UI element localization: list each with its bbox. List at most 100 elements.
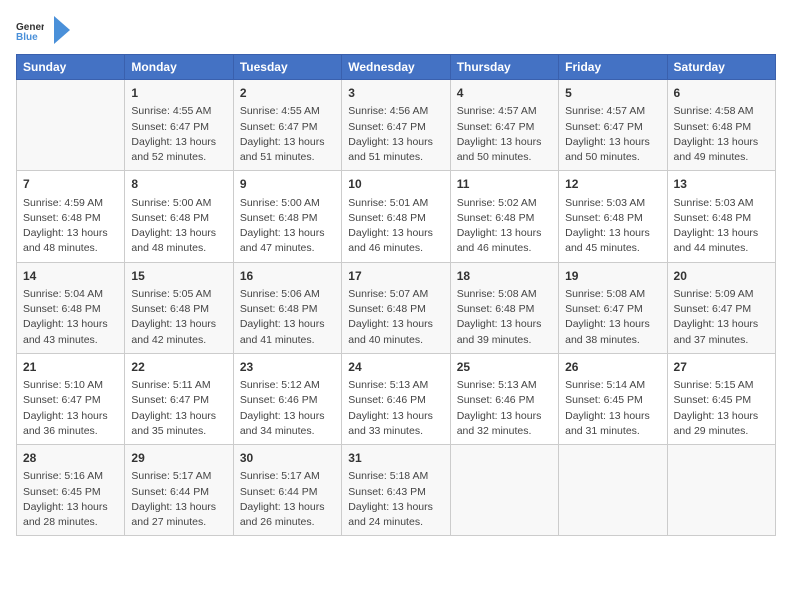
calendar-cell: 7Sunrise: 4:59 AM Sunset: 6:48 PM Daylig… (17, 171, 125, 262)
cell-sun-info: Sunrise: 5:08 AM Sunset: 6:47 PM Dayligh… (565, 287, 660, 348)
day-number: 6 (674, 85, 769, 102)
calendar-cell: 2 Sunrise: 4:55 AM Sunset: 6:47 PM Daylig… (233, 80, 341, 171)
calendar-cell: 16 Sunrise: 5:06 AM Sunset: 6:48 PM Dayli… (233, 262, 341, 353)
day-number: 25 (457, 359, 552, 376)
calendar-cell: 18 Sunrise: 5:08 AM Sunset: 6:48 PM Dayli… (450, 262, 558, 353)
calendar-week-row: 21Sunrise: 5:10 AM Sunset: 6:47 PM Dayli… (17, 353, 776, 444)
col-sunday: Sunday (17, 55, 125, 80)
day-number: 8 (131, 176, 226, 193)
day-number: 13 (674, 176, 769, 193)
cell-sun-info: Sunrise: 5:12 AM Sunset: 6:46 PM Dayligh… (240, 378, 335, 439)
day-number: 16 (240, 268, 335, 285)
day-number: 15 (131, 268, 226, 285)
cell-sun-info: Sunrise: 4:58 AM Sunset: 6:48 PM Dayligh… (674, 104, 769, 165)
cell-sun-info: Sunrise: 4:56 AM Sunset: 6:47 PM Dayligh… (348, 104, 443, 165)
calendar-cell: 5 Sunrise: 4:57 AM Sunset: 6:47 PM Daylig… (559, 80, 667, 171)
day-number: 2 (240, 85, 335, 102)
day-number: 27 (674, 359, 769, 376)
day-number: 1 (131, 85, 226, 102)
calendar-cell: 1 Sunrise: 4:55 AM Sunset: 6:47 PM Daylig… (125, 80, 233, 171)
cell-sun-info: Sunrise: 5:08 AM Sunset: 6:48 PM Dayligh… (457, 287, 552, 348)
col-monday: Monday (125, 55, 233, 80)
col-tuesday: Tuesday (233, 55, 341, 80)
calendar-week-row: 7Sunrise: 4:59 AM Sunset: 6:48 PM Daylig… (17, 171, 776, 262)
cell-sun-info: Sunrise: 5:02 AM Sunset: 6:48 PM Dayligh… (457, 196, 552, 257)
day-number: 11 (457, 176, 552, 193)
col-friday: Friday (559, 55, 667, 80)
calendar-cell (667, 445, 775, 536)
cell-sun-info: Sunrise: 5:14 AM Sunset: 6:45 PM Dayligh… (565, 378, 660, 439)
day-number: 22 (131, 359, 226, 376)
calendar-cell: 22 Sunrise: 5:11 AM Sunset: 6:47 PM Dayli… (125, 353, 233, 444)
day-number: 29 (131, 450, 226, 467)
day-number: 4 (457, 85, 552, 102)
cell-sun-info: Sunrise: 5:04 AM Sunset: 6:48 PM Dayligh… (23, 287, 118, 348)
day-number: 31 (348, 450, 443, 467)
cell-sun-info: Sunrise: 5:07 AM Sunset: 6:48 PM Dayligh… (348, 287, 443, 348)
calendar-cell: 12 Sunrise: 5:03 AM Sunset: 6:48 PM Dayli… (559, 171, 667, 262)
logo: General Blue (16, 16, 70, 44)
day-number: 21 (23, 359, 118, 376)
page-header: General Blue (16, 16, 776, 44)
calendar-cell: 25 Sunrise: 5:13 AM Sunset: 6:46 PM Dayli… (450, 353, 558, 444)
cell-sun-info: Sunrise: 4:55 AM Sunset: 6:47 PM Dayligh… (240, 104, 335, 165)
day-number: 12 (565, 176, 660, 193)
cell-sun-info: Sunrise: 5:00 AM Sunset: 6:48 PM Dayligh… (240, 196, 335, 257)
day-number: 28 (23, 450, 118, 467)
day-number: 3 (348, 85, 443, 102)
calendar-cell: 26Sunrise: 5:14 AM Sunset: 6:45 PM Dayli… (559, 353, 667, 444)
calendar-week-row: 28 Sunrise: 5:16 AM Sunset: 6:45 PM Dayli… (17, 445, 776, 536)
calendar-week-row: 1 Sunrise: 4:55 AM Sunset: 6:47 PM Daylig… (17, 80, 776, 171)
day-number: 30 (240, 450, 335, 467)
calendar-cell (450, 445, 558, 536)
svg-text:Blue: Blue (16, 32, 38, 43)
cell-sun-info: Sunrise: 5:11 AM Sunset: 6:47 PM Dayligh… (131, 378, 226, 439)
calendar-cell: 27 Sunrise: 5:15 AM Sunset: 6:45 PM Dayli… (667, 353, 775, 444)
cell-sun-info: Sunrise: 5:05 AM Sunset: 6:48 PM Dayligh… (131, 287, 226, 348)
day-number: 19 (565, 268, 660, 285)
calendar-cell: 14 Sunrise: 5:04 AM Sunset: 6:48 PM Dayli… (17, 262, 125, 353)
calendar-cell: 24Sunrise: 5:13 AM Sunset: 6:46 PM Dayli… (342, 353, 450, 444)
cell-sun-info: Sunrise: 4:59 AM Sunset: 6:48 PM Dayligh… (23, 196, 118, 257)
day-number: 5 (565, 85, 660, 102)
calendar-cell: 23 Sunrise: 5:12 AM Sunset: 6:46 PM Dayli… (233, 353, 341, 444)
cell-sun-info: Sunrise: 4:57 AM Sunset: 6:47 PM Dayligh… (457, 104, 552, 165)
cell-sun-info: Sunrise: 5:01 AM Sunset: 6:48 PM Dayligh… (348, 196, 443, 257)
calendar-cell: 20Sunrise: 5:09 AM Sunset: 6:47 PM Dayli… (667, 262, 775, 353)
day-number: 9 (240, 176, 335, 193)
cell-sun-info: Sunrise: 4:57 AM Sunset: 6:47 PM Dayligh… (565, 104, 660, 165)
day-number: 24 (348, 359, 443, 376)
calendar-cell: 3 Sunrise: 4:56 AM Sunset: 6:47 PM Daylig… (342, 80, 450, 171)
day-number: 17 (348, 268, 443, 285)
calendar-cell: 11 Sunrise: 5:02 AM Sunset: 6:48 PM Dayli… (450, 171, 558, 262)
calendar-cell: 4 Sunrise: 4:57 AM Sunset: 6:47 PM Daylig… (450, 80, 558, 171)
cell-sun-info: Sunrise: 5:17 AM Sunset: 6:44 PM Dayligh… (131, 469, 226, 530)
calendar-header-row: Sunday Monday Tuesday Wednesday Thursday… (17, 55, 776, 80)
cell-sun-info: Sunrise: 5:15 AM Sunset: 6:45 PM Dayligh… (674, 378, 769, 439)
calendar-cell: 17 Sunrise: 5:07 AM Sunset: 6:48 PM Dayli… (342, 262, 450, 353)
cell-sun-info: Sunrise: 5:03 AM Sunset: 6:48 PM Dayligh… (565, 196, 660, 257)
cell-sun-info: Sunrise: 5:06 AM Sunset: 6:48 PM Dayligh… (240, 287, 335, 348)
calendar-cell: 21Sunrise: 5:10 AM Sunset: 6:47 PM Dayli… (17, 353, 125, 444)
day-number: 10 (348, 176, 443, 193)
calendar-cell: 19 Sunrise: 5:08 AM Sunset: 6:47 PM Dayli… (559, 262, 667, 353)
calendar-cell: 10 Sunrise: 5:01 AM Sunset: 6:48 PM Dayli… (342, 171, 450, 262)
calendar-cell: 13Sunrise: 5:03 AM Sunset: 6:48 PM Dayli… (667, 171, 775, 262)
calendar-cell (17, 80, 125, 171)
calendar-cell: 29 Sunrise: 5:17 AM Sunset: 6:44 PM Dayli… (125, 445, 233, 536)
cell-sun-info: Sunrise: 5:13 AM Sunset: 6:46 PM Dayligh… (457, 378, 552, 439)
cell-sun-info: Sunrise: 5:16 AM Sunset: 6:45 PM Dayligh… (23, 469, 118, 530)
calendar-cell: 31Sunrise: 5:18 AM Sunset: 6:43 PM Dayli… (342, 445, 450, 536)
day-number: 23 (240, 359, 335, 376)
cell-sun-info: Sunrise: 4:55 AM Sunset: 6:47 PM Dayligh… (131, 104, 226, 165)
calendar-cell: 15 Sunrise: 5:05 AM Sunset: 6:48 PM Dayli… (125, 262, 233, 353)
day-number: 18 (457, 268, 552, 285)
calendar-cell (559, 445, 667, 536)
cell-sun-info: Sunrise: 5:09 AM Sunset: 6:47 PM Dayligh… (674, 287, 769, 348)
col-saturday: Saturday (667, 55, 775, 80)
calendar-cell: 30Sunrise: 5:17 AM Sunset: 6:44 PM Dayli… (233, 445, 341, 536)
calendar-table: Sunday Monday Tuesday Wednesday Thursday… (16, 54, 776, 536)
day-number: 14 (23, 268, 118, 285)
calendar-cell: 6 Sunrise: 4:58 AM Sunset: 6:48 PM Daylig… (667, 80, 775, 171)
logo-triangle-icon (52, 16, 70, 44)
